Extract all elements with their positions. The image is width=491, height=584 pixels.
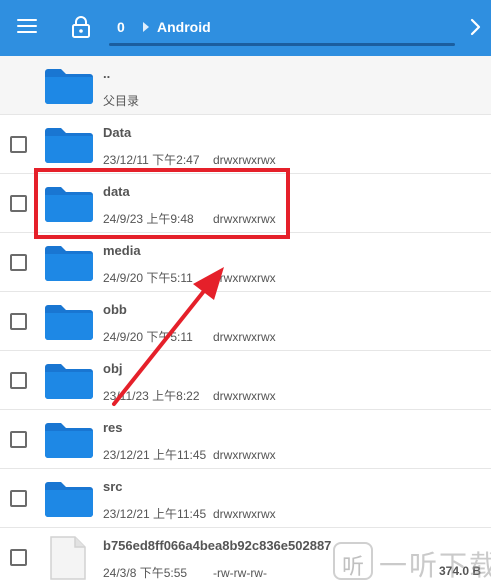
file-permissions: -rw-rw-rw-: [213, 566, 267, 580]
file-date: 23/12/11 下午2:47: [103, 153, 200, 167]
path-scroll-indicator: [109, 43, 455, 46]
folder-icon: [45, 246, 93, 281]
file-date: 23/11/23 上午8:22: [103, 389, 200, 403]
file-date: 24/9/20 下午5:11: [103, 271, 193, 285]
file-row[interactable]: res 23/12/21 上午11:45 drwxrwxrwx: [0, 410, 491, 469]
file-permissions: drwxrwxrwx: [213, 153, 276, 167]
file-name: media: [103, 243, 141, 258]
file-name: res: [103, 420, 123, 435]
menu-button[interactable]: [17, 19, 37, 35]
file-name: obj: [103, 361, 123, 376]
file-meta: 23/12/21 上午11:45 drwxrwxrwx: [103, 446, 276, 463]
select-checkbox[interactable]: [10, 195, 27, 212]
file-name: data: [103, 184, 130, 199]
file-date: 23/12/21 上午11:45: [103, 507, 207, 521]
file-meta: 父目录: [103, 92, 207, 109]
file-size: 374.0 B: [438, 564, 481, 578]
file-name: ..: [103, 66, 111, 81]
file-meta: 24/9/20 下午5:11 drwxrwxrwx: [103, 328, 276, 345]
file-name: src: [103, 479, 123, 494]
file-name: obb: [103, 302, 127, 317]
file-permissions: drwxrwxrwx: [213, 212, 276, 226]
file-meta: 24/9/23 上午9:48 drwxrwxrwx: [103, 210, 276, 227]
file-permissions: drwxrwxrwx: [213, 389, 276, 403]
file-date: 23/12/21 上午11:45: [103, 448, 207, 462]
file-icon: [50, 536, 86, 580]
file-date: 24/9/23 上午9:48: [103, 212, 194, 226]
folder-icon: [45, 305, 93, 340]
folder-icon: [45, 128, 93, 163]
file-permissions: drwxrwxrwx: [213, 507, 276, 521]
file-row[interactable]: b756ed8ff066a4bea8b92c836e502887 24/3/8 下…: [0, 528, 491, 584]
select-checkbox[interactable]: [10, 254, 27, 271]
select-checkbox[interactable]: [10, 549, 27, 566]
file-permissions: drwxrwxrwx: [213, 448, 276, 462]
file-row[interactable]: src 23/12/21 上午11:45 drwxrwxrwx: [0, 469, 491, 528]
file-row[interactable]: Data 23/12/11 下午2:47 drwxrwxrwx: [0, 115, 491, 174]
chevron-right-icon[interactable]: [468, 17, 484, 37]
file-meta: 23/12/11 下午2:47 drwxrwxrwx: [103, 151, 276, 168]
toolbar: 0 Android: [0, 0, 491, 56]
file-name: Data: [103, 125, 132, 140]
file-meta: 23/12/21 上午11:45 drwxrwxrwx: [103, 505, 276, 522]
folder-icon: [45, 187, 93, 222]
folder-icon: [45, 69, 93, 104]
breadcrumb-current[interactable]: Android: [157, 19, 211, 35]
file-permissions: drwxrwxrwx: [213, 271, 276, 285]
file-row[interactable]: data 24/9/23 上午9:48 drwxrwxrwx: [0, 174, 491, 233]
file-meta: 24/9/20 下午5:11 drwxrwxrwx: [103, 269, 276, 286]
file-row[interactable]: media 24/9/20 下午5:11 drwxrwxrwx: [0, 233, 491, 292]
folder-icon: [45, 364, 93, 399]
breadcrumb-root[interactable]: 0: [117, 19, 125, 35]
lock-icon[interactable]: [71, 15, 91, 39]
file-row[interactable]: obj 23/11/23 上午8:22 drwxrwxrwx: [0, 351, 491, 410]
select-checkbox[interactable]: [10, 372, 27, 389]
folder-icon: [45, 482, 93, 517]
file-date: 父目录: [103, 94, 140, 108]
select-checkbox[interactable]: [10, 136, 27, 153]
file-row[interactable]: obb 24/9/20 下午5:11 drwxrwxrwx: [0, 292, 491, 351]
select-checkbox[interactable]: [10, 313, 27, 330]
select-checkbox[interactable]: [10, 490, 27, 507]
file-date: 24/9/20 下午5:11: [103, 330, 193, 344]
parent-directory-row[interactable]: .. 父目录: [0, 56, 491, 115]
select-checkbox[interactable]: [10, 431, 27, 448]
breadcrumb-separator-icon: [143, 22, 149, 32]
file-meta: 23/11/23 上午8:22 drwxrwxrwx: [103, 387, 276, 404]
folder-icon: [45, 423, 93, 458]
file-name: b756ed8ff066a4bea8b92c836e502887: [103, 538, 332, 553]
file-permissions: drwxrwxrwx: [213, 330, 276, 344]
file-meta: 24/3/8 下午5:55 -rw-rw-rw-: [103, 564, 267, 581]
menu-icon: [17, 19, 37, 21]
file-list: .. 父目录 Data 23/12/11 下午2:47 drwxrwxrwx data 24…: [0, 56, 491, 584]
file-date: 24/3/8 下午5:55: [103, 566, 188, 580]
